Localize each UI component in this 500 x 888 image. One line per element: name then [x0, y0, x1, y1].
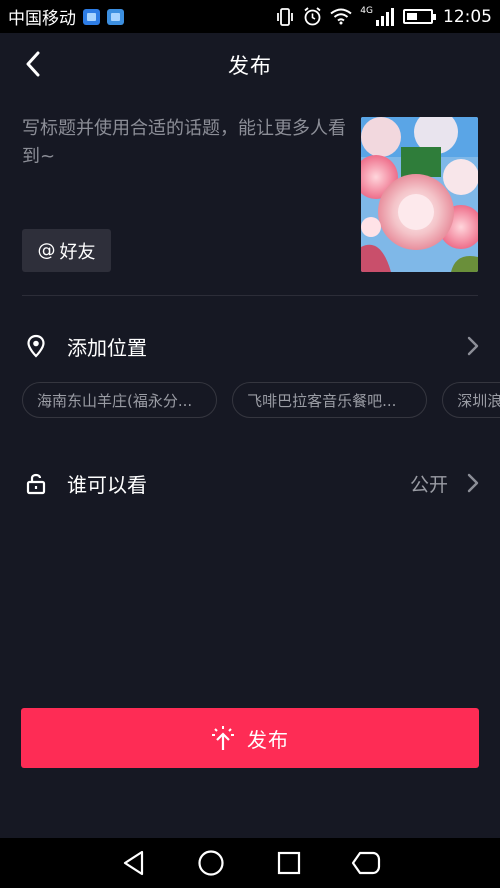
- location-chip[interactable]: 飞啡巴拉客音乐餐吧...: [232, 382, 428, 418]
- add-location-label: 添加位置: [67, 335, 147, 360]
- circle-home-icon: [198, 850, 224, 876]
- chevron-left-icon: [26, 51, 40, 77]
- wifi-icon: [330, 8, 352, 25]
- network-type: 4G: [360, 5, 373, 16]
- publish-label: 发布: [247, 727, 289, 752]
- unlock-icon: [26, 473, 46, 495]
- status-bar: 中国移动 4G 12:05: [0, 0, 500, 33]
- nav-recents-button[interactable]: [274, 848, 304, 878]
- location-chip[interactable]: 海南东山羊庄(福永分...: [22, 382, 217, 418]
- add-location-row[interactable]: 添加位置: [0, 321, 500, 371]
- location-suggestions: 海南东山羊庄(福永分... 飞啡巴拉客音乐餐吧... 深圳浪: [22, 382, 500, 418]
- battery-level: [407, 13, 417, 20]
- privacy-value: 公开: [409, 473, 448, 496]
- mention-friends-button[interactable]: @ 好友: [22, 229, 111, 272]
- caption-input[interactable]: 写标题并使用合适的话题，能让更多人看到~: [22, 115, 347, 171]
- location-chip[interactable]: 深圳浪: [442, 382, 500, 418]
- signal-icon: [376, 7, 394, 26]
- publish-icon: [212, 726, 234, 750]
- carrier-name: 中国移动: [8, 9, 76, 29]
- at-icon: @: [37, 240, 56, 261]
- clock: 12:05: [443, 6, 492, 27]
- privacy-row[interactable]: 谁可以看 公开: [0, 458, 500, 508]
- battery-icon: [403, 9, 436, 24]
- privacy-label: 谁可以看: [67, 472, 147, 497]
- status-right: 4G 12:05: [275, 5, 492, 27]
- back-button[interactable]: [18, 49, 48, 79]
- system-nav-bar: [0, 838, 500, 888]
- triangle-back-icon: [123, 850, 143, 876]
- page-title: 发布: [228, 53, 272, 78]
- notification-gallery-icon: [107, 8, 124, 25]
- cover-image: [361, 117, 478, 272]
- location-pin-icon: [27, 334, 45, 358]
- nav-notification-button[interactable]: [351, 848, 381, 878]
- status-left: 中国移动: [8, 4, 124, 29]
- notification-app-icon: [83, 8, 100, 25]
- publish-button[interactable]: 发布: [21, 708, 479, 768]
- notification-shade-icon: [352, 851, 381, 875]
- divider: [22, 295, 478, 296]
- mention-label: 好友: [59, 241, 96, 263]
- video-cover-thumbnail[interactable]: [361, 117, 478, 272]
- header: 发布: [0, 33, 500, 96]
- nav-back-button[interactable]: [119, 848, 149, 878]
- publish-screen: 中国移动 4G 12:05 发布 写标题并使用合适的话题，能让更多人看到~ @ …: [0, 0, 500, 888]
- chevron-right-icon: [467, 336, 479, 356]
- square-recents-icon: [277, 851, 300, 875]
- alarm-icon: [304, 7, 321, 26]
- nav-home-button[interactable]: [196, 848, 226, 878]
- vibrate-icon: [277, 7, 294, 26]
- chevron-right-icon: [467, 473, 479, 493]
